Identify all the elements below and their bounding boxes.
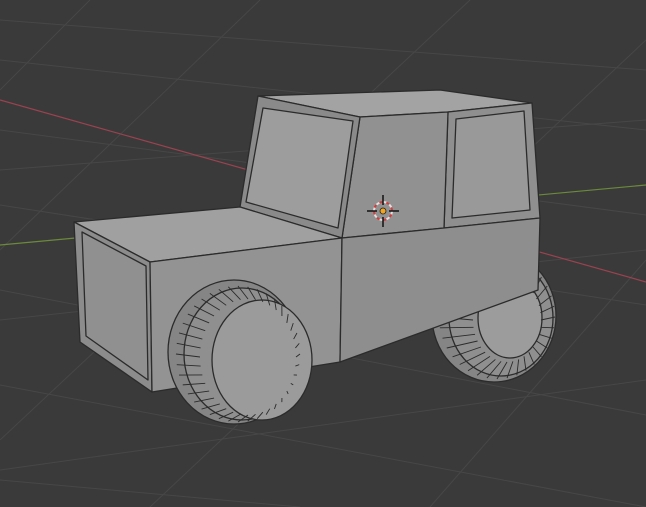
cabin-back-window	[451, 110, 531, 219]
3d-viewport[interactable]	[0, 0, 646, 507]
car-mesh[interactable]	[73, 89, 557, 425]
object-origin-dot	[379, 207, 387, 215]
viewport-canvas[interactable]	[0, 0, 646, 507]
